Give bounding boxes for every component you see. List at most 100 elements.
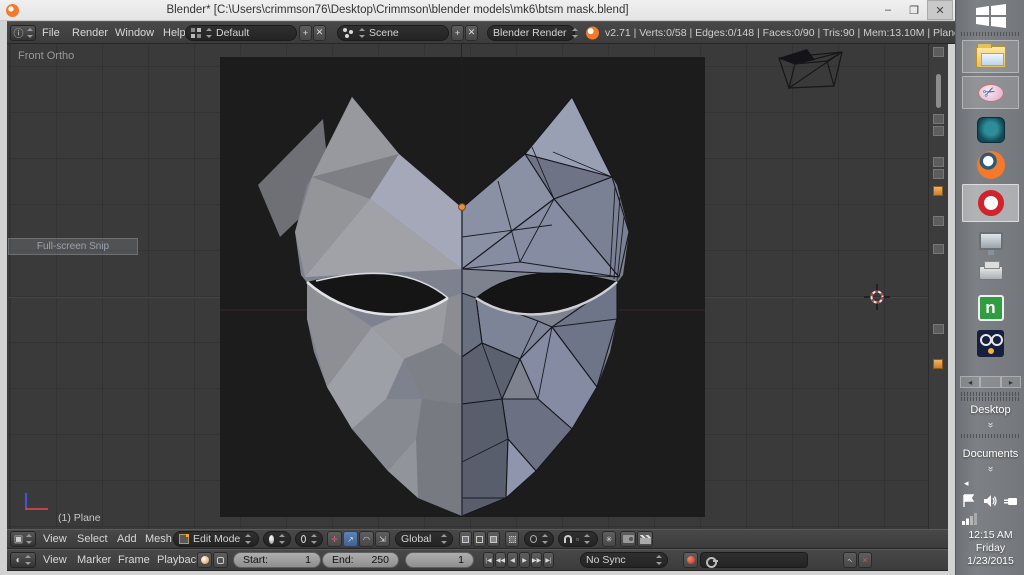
sync-mode-selector[interactable]: No Sync [580,552,668,568]
insert-keyframe-button[interactable]: ⌐ [843,552,857,568]
editor-type-timeline-button[interactable]: ◐ [10,552,36,568]
record-button[interactable] [683,552,698,568]
scene-selector[interactable]: Scene [337,25,449,41]
proportional-edit-selector[interactable] [524,531,554,547]
maximize-button[interactable]: ❐ [901,0,927,20]
pager-page[interactable] [980,376,1000,388]
jump-to-start-button[interactable]: |◀ [483,552,494,568]
network-signal-icon[interactable] [962,512,978,525]
frame-start-field[interactable]: Start: 1 [233,552,321,568]
scene-tab-icon[interactable] [933,157,944,167]
screen-layout-selector[interactable]: Default [185,25,297,41]
modifier-tab-icon[interactable] [933,216,944,226]
keying-set-field[interactable] [700,552,808,568]
clock-date[interactable]: 1/23/2015 [956,555,1024,567]
snap-peel-button[interactable]: ✳ [602,531,616,547]
edge-select-button[interactable] [473,531,486,547]
add-scene-button[interactable]: + [451,25,464,41]
taskbar-file-explorer[interactable] [962,40,1019,73]
clock-time[interactable]: 12:15 AM [956,529,1024,541]
action-center-flag-icon[interactable] [962,494,976,508]
vertex-select-button[interactable] [459,531,472,547]
add-layout-button[interactable]: + [299,25,312,41]
window-titlebar[interactable]: Blender* [C:\Users\crimmson76\Desktop\Cr… [0,0,955,21]
pager-left-arrow[interactable]: ◂ [960,376,980,388]
pager-right-arrow[interactable]: ▸ [1001,376,1021,388]
properties-panel-collapsed[interactable] [928,44,948,529]
editor-type-3dview-button[interactable]: ▣ [10,531,36,547]
menu-playback[interactable]: Playback [157,554,202,566]
previous-keyframe-button[interactable]: ◀◀ [495,552,506,568]
menu-mesh[interactable]: Mesh [145,533,172,545]
jump-to-end-button[interactable]: ▶| [543,552,554,568]
lock-frame-button[interactable] [213,552,228,568]
preview-range-button[interactable] [197,552,212,568]
desktop-expand-chevron[interactable]: » [956,419,1024,430]
material-tab-icon[interactable] [933,324,944,334]
rotate-manipulator-button[interactable]: ◠ [359,531,374,547]
viewport-3d[interactable]: Front Ortho Full-screen Snip (1) Plane [7,44,928,529]
translate-manipulator-button[interactable]: ↗ [343,531,358,547]
properties-scrollbar[interactable] [936,74,941,108]
taskbar-snipping-tool[interactable] [962,76,1019,109]
frame-end-field[interactable]: End: 250 [322,552,399,568]
orientation-selector[interactable]: Global [395,531,453,547]
menu-select[interactable]: Select [77,533,108,545]
face-select-button[interactable] [487,531,500,547]
editor-type-info-button[interactable]: ⓘ [10,25,36,41]
taskbar-media-app[interactable] [962,113,1019,146]
render-opengl-button[interactable] [620,531,636,547]
taskbar-computer[interactable] [962,227,1019,255]
play-button[interactable]: ▶ [519,552,530,568]
menu-render[interactable]: Render [72,27,108,39]
taskbar-blender[interactable] [962,148,1019,181]
documents-toolbar-label[interactable]: Documents [956,448,1024,460]
wireframe-object[interactable] [755,44,855,90]
start-button[interactable] [962,2,1019,30]
menu-window[interactable]: Window [115,27,154,39]
taskbar-notepad[interactable]: n [962,292,1019,323]
data-tab-icon[interactable] [933,244,944,254]
texture-tab-icon[interactable] [933,359,943,369]
documents-expand-chevron[interactable]: » [956,463,1024,474]
mode-selector[interactable]: Edit Mode [173,531,259,547]
object-tab-icon[interactable] [933,186,943,196]
render-tab-icon[interactable] [933,114,944,124]
menu-frame[interactable]: Frame [118,554,150,566]
minimize-button[interactable]: – [875,0,901,20]
shading-selector[interactable] [263,531,291,547]
menu-file[interactable]: File [42,27,60,39]
next-keyframe-button[interactable]: ▶▶ [531,552,542,568]
mask-mesh[interactable] [220,57,705,517]
render-animation-button[interactable] [637,531,653,547]
delete-layout-button[interactable]: ✕ [313,25,326,41]
show-hidden-icons-arrow[interactable]: ◂ [964,478,969,489]
delete-scene-button[interactable]: ✕ [465,25,478,41]
menu-add[interactable]: Add [117,533,137,545]
menu-view[interactable]: View [43,533,67,545]
properties-editor-icon[interactable] [933,47,944,57]
taskbar-printer[interactable] [962,258,1019,288]
scale-manipulator-button[interactable]: ⇲ [375,531,390,547]
world-tab-icon[interactable] [933,169,944,179]
menu-help[interactable]: Help [163,27,186,39]
current-frame-field[interactable]: 1 [405,552,474,568]
power-plug-icon[interactable] [1004,494,1019,508]
close-button[interactable]: ✕ [927,0,953,20]
layers-tab-icon[interactable] [933,126,944,136]
menu-marker[interactable]: Marker [77,554,111,566]
menu-view[interactable]: View [43,554,67,566]
clock-day[interactable]: Friday [956,542,1024,554]
volume-icon[interactable] [983,494,997,508]
desktop-toolbar-label[interactable]: Desktop [956,404,1024,416]
taskbar-goggles-app[interactable] [962,327,1019,360]
delete-keyframe-button[interactable]: × [858,552,872,568]
snap-selector[interactable]: ▫ [558,531,598,547]
taskbar-pager[interactable]: ◂ ▸ [960,376,1021,388]
play-reverse-button[interactable]: ◀ [507,552,518,568]
manipulator-toggle-button[interactable]: ✛ [327,531,342,547]
pivot-selector[interactable] [295,531,323,547]
render-engine-selector[interactable]: Blender Render [487,25,575,41]
taskbar-opera[interactable] [962,184,1019,222]
limit-selection-button[interactable] [505,531,519,547]
